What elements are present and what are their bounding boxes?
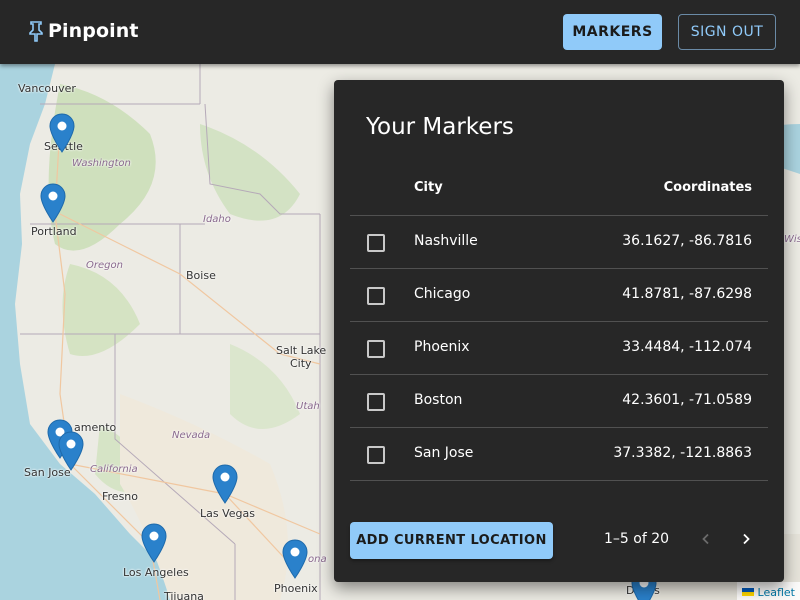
- row-city: Nashville: [414, 233, 478, 249]
- leaflet-link[interactable]: Leaflet: [758, 586, 795, 599]
- app-name: Pinpoint: [48, 20, 139, 42]
- map-label-nevada: Nevada: [172, 430, 211, 441]
- map-label-portland: Portland: [31, 225, 77, 238]
- row-checkbox[interactable]: [367, 446, 385, 464]
- map-label-arizona: ona: [308, 554, 327, 565]
- map-marker-seattle[interactable]: [49, 113, 75, 153]
- map-label-wisconsin: Wisc: [784, 234, 800, 245]
- table-row[interactable]: Phoenix 33.4484, -112.074: [350, 322, 768, 375]
- row-checkbox[interactable]: [367, 393, 385, 411]
- map-marker-san-jose[interactable]: [58, 431, 84, 471]
- map-marker-portland[interactable]: [40, 183, 66, 223]
- column-header-coordinates: Coordinates: [663, 180, 752, 195]
- map-label-salt-lake-2: City: [290, 357, 312, 370]
- row-coordinates: 33.4484, -112.074: [622, 339, 752, 355]
- map-label-las-vegas: Las Vegas: [200, 507, 255, 520]
- markers-panel: Your Markers City Coordinates Nashville …: [334, 80, 784, 582]
- table-row[interactable]: Boston 42.3601, -71.0589: [350, 375, 768, 428]
- table-header: City Coordinates: [350, 160, 768, 216]
- app-bar: Pinpoint MARKERS SIGN OUT: [0, 0, 800, 64]
- row-checkbox[interactable]: [367, 287, 385, 305]
- map-label-phoenix: Phoenix: [274, 582, 318, 595]
- map-attribution[interactable]: Leaflet: [736, 582, 800, 600]
- map-marker-phoenix[interactable]: [282, 539, 308, 579]
- table-row[interactable]: Chicago 41.8781, -87.6298: [350, 269, 768, 322]
- row-city: Chicago: [414, 286, 471, 302]
- ukraine-flag-icon: [741, 588, 754, 596]
- panel-title: Your Markers: [366, 114, 514, 140]
- map-label-boise: Boise: [186, 269, 216, 282]
- previous-page-button[interactable]: [694, 527, 718, 551]
- row-coordinates: 41.8781, -87.6298: [622, 286, 752, 302]
- pagination-info: 1–5 of 20: [604, 531, 670, 547]
- chevron-right-icon: [743, 533, 750, 545]
- row-coordinates: 37.3382, -121.8863: [613, 445, 752, 461]
- map-label-salt-lake-1: Salt Lake: [276, 344, 327, 357]
- map-marker-las-vegas[interactable]: [212, 464, 238, 504]
- row-coordinates: 42.3601, -71.0589: [622, 392, 752, 408]
- table-row[interactable]: San Jose 37.3382, -121.8863: [350, 428, 768, 481]
- map-label-los-angeles: Los Angeles: [123, 566, 189, 579]
- map-label-tijuana: Tijuana: [164, 590, 204, 600]
- next-page-button[interactable]: [734, 527, 758, 551]
- map-label-washington: Washington: [72, 158, 131, 169]
- pushpin-icon: [29, 21, 43, 42]
- markers-button[interactable]: MARKERS: [563, 14, 662, 50]
- row-city: Phoenix: [414, 339, 470, 355]
- map-label-vancouver: Vancouver: [18, 82, 76, 95]
- map-label-fresno: Fresno: [102, 490, 139, 503]
- brand[interactable]: Pinpoint: [28, 20, 139, 42]
- sign-out-button[interactable]: SIGN OUT: [678, 14, 776, 50]
- chevron-left-icon: [702, 533, 709, 545]
- map-label-oregon: Oregon: [86, 260, 123, 271]
- column-header-city: City: [414, 180, 443, 195]
- map-marker-los-angeles[interactable]: [141, 523, 167, 563]
- map-label-utah: Utah: [296, 401, 320, 412]
- markers-table: City Coordinates Nashville 36.1627, -86.…: [350, 160, 768, 481]
- row-checkbox[interactable]: [367, 340, 385, 358]
- row-city: Boston: [414, 392, 463, 408]
- map-label-california: California: [90, 464, 138, 475]
- row-checkbox[interactable]: [367, 234, 385, 252]
- row-coordinates: 36.1627, -86.7816: [622, 233, 752, 249]
- map-label-idaho: Idaho: [203, 214, 231, 225]
- row-city: San Jose: [414, 445, 474, 461]
- table-row[interactable]: Nashville 36.1627, -86.7816: [350, 216, 768, 269]
- add-current-location-button[interactable]: ADD CURRENT LOCATION: [350, 522, 553, 559]
